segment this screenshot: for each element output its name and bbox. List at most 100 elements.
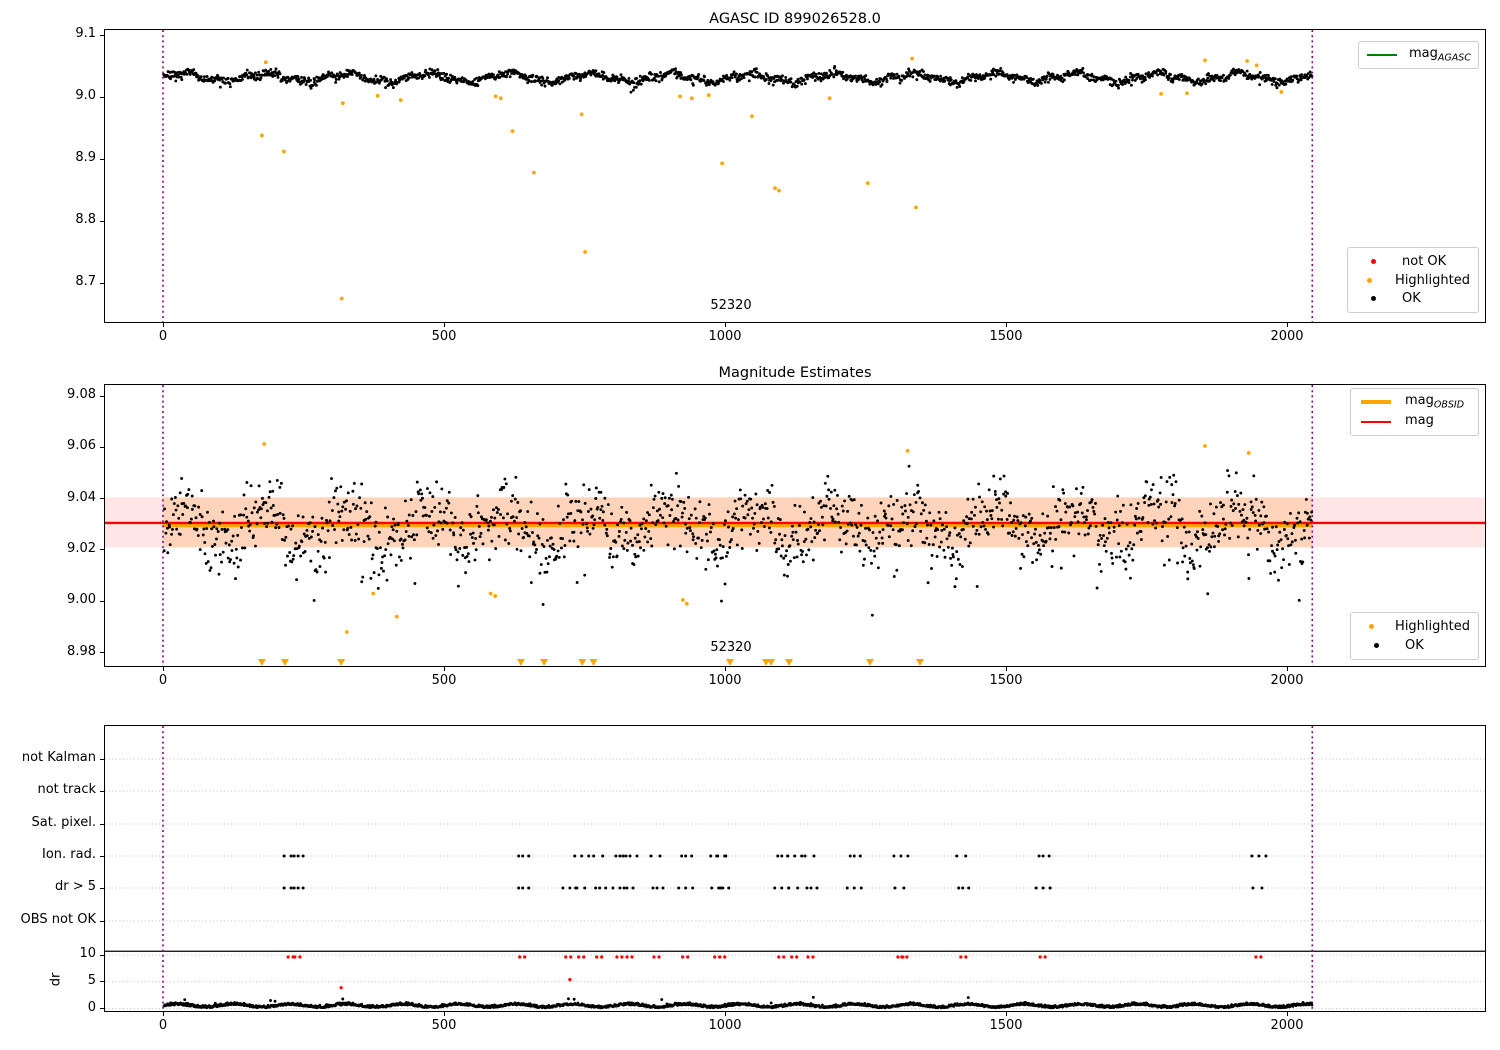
obsid-annotation-top: 52320	[710, 298, 752, 313]
y-tick	[100, 887, 105, 889]
y-tick-label: 8.9	[75, 150, 96, 165]
x-tick	[1005, 667, 1007, 671]
x-tick	[1286, 1012, 1288, 1016]
y-tick-label: 9.02	[67, 540, 96, 556]
legend-label: Highlighted	[1395, 272, 1470, 288]
legend-handle	[1367, 53, 1397, 57]
legend-label: OK	[1405, 638, 1424, 653]
x-tick	[1005, 1012, 1007, 1016]
y-tick	[100, 954, 105, 956]
category-label: not track	[37, 782, 96, 797]
y-tick	[100, 96, 105, 98]
legend-label: not OK	[1402, 253, 1447, 269]
legend-handle	[1359, 400, 1393, 404]
middle-plot-area	[104, 384, 1486, 667]
mag-line-swatch	[1361, 420, 1391, 424]
legend-row: not OK	[1356, 254, 1470, 269]
y-tick	[100, 855, 105, 857]
x-tick-label: 500	[431, 329, 457, 344]
y-tick-label: 9.06	[67, 438, 96, 454]
y-tick	[100, 395, 105, 397]
y-tick	[100, 758, 105, 760]
x-tick	[1286, 323, 1288, 327]
y-tick	[100, 981, 105, 983]
figure-canvas: AGASC ID 899026528.0 Magnitude Estimates…	[0, 0, 1500, 1050]
legend-row: mag	[1359, 413, 1470, 431]
legend-handle	[1359, 624, 1383, 629]
legend-label: Highlighted	[1395, 619, 1470, 634]
x-tick-label: 1000	[708, 673, 742, 688]
x-tick-label: 2000	[1270, 1018, 1304, 1033]
mag-obsid-line-swatch	[1361, 400, 1391, 404]
x-tick	[443, 323, 445, 327]
obsid-annotation-middle: 52320	[710, 640, 752, 655]
x-tick-label: 2000	[1270, 329, 1304, 344]
x-tick-label: 0	[158, 673, 168, 688]
legend-mag-lines: magOBSID mag	[1350, 388, 1479, 436]
x-tick-label: 0	[158, 1018, 168, 1033]
y-tick	[100, 34, 105, 36]
x-tick	[443, 667, 445, 671]
y-tick	[100, 823, 105, 825]
y-tick-label: 9.00	[67, 592, 96, 608]
not-ok-dot-swatch	[1370, 258, 1376, 264]
x-tick	[162, 1012, 164, 1016]
mag-agasc-line-swatch	[1367, 53, 1397, 57]
legend-row: Highlighted	[1359, 619, 1470, 634]
middle-plot-title: Magnitude Estimates	[718, 365, 872, 381]
legend-label: magAGASC	[1409, 46, 1471, 64]
legend-handle	[1356, 296, 1390, 302]
x-tick-label: 1500	[989, 329, 1023, 344]
top-plot-area	[104, 29, 1486, 323]
x-tick	[443, 1012, 445, 1016]
x-tick	[1286, 667, 1288, 671]
legend-row: Highlighted	[1356, 273, 1470, 288]
y-tick	[100, 446, 105, 448]
x-tick-label: 1500	[989, 673, 1023, 688]
y-tick	[100, 158, 105, 160]
y-tick	[100, 1008, 105, 1010]
category-label: dr > 5	[54, 879, 96, 894]
legend-handle	[1356, 258, 1390, 264]
x-tick	[724, 1012, 726, 1016]
y-tick	[100, 600, 105, 602]
legend-mag-agasc: magAGASC	[1358, 41, 1479, 69]
legend-middle-markers: Highlighted OK	[1350, 612, 1479, 660]
x-tick	[724, 667, 726, 671]
category-label: OBS not OK	[20, 912, 97, 927]
bottom-plot-area	[104, 725, 1486, 1012]
category-label: Ion. rad.	[42, 847, 96, 862]
x-tick	[1005, 323, 1007, 327]
top-plot-title: AGASC ID 899026528.0	[709, 11, 881, 27]
highlighted-dot-swatch	[1367, 277, 1373, 283]
x-tick-label: 500	[431, 673, 457, 688]
legend-top-markers: not OK Highlighted OK	[1347, 247, 1479, 313]
y-tick-label: 9.08	[67, 387, 96, 402]
category-label: Sat. pixel.	[31, 815, 96, 830]
x-tick-label: 500	[431, 1018, 457, 1033]
bottom-plot-canvas	[105, 726, 1485, 1011]
highlighted-dot-swatch	[1368, 624, 1374, 629]
y-tick	[100, 282, 105, 284]
category-label: not Kalman	[21, 750, 96, 765]
legend-label: OK	[1402, 291, 1421, 307]
x-tick	[724, 323, 726, 327]
y-tick	[100, 498, 105, 500]
y-tick	[100, 652, 105, 653]
y-tick	[100, 220, 105, 222]
y-tick-label: 9.04	[67, 489, 96, 505]
dr-tick-label: 0	[87, 999, 96, 1015]
top-plot-canvas	[162, 30, 1314, 322]
legend-label: mag	[1405, 413, 1434, 429]
dr-tick-label: 5	[87, 972, 96, 988]
y-tick-label: 8.7	[75, 274, 96, 289]
ok-dot-swatch	[1370, 296, 1376, 302]
y-tick	[100, 920, 105, 922]
ok-dot-swatch	[1373, 643, 1379, 648]
legend-row: magAGASC	[1367, 46, 1471, 64]
legend-handle	[1356, 277, 1383, 283]
y-tick-label: 9.1	[75, 26, 96, 41]
middle-plot-canvas	[105, 385, 1485, 666]
legend-label: magOBSID	[1405, 393, 1465, 411]
x-tick	[162, 667, 164, 671]
